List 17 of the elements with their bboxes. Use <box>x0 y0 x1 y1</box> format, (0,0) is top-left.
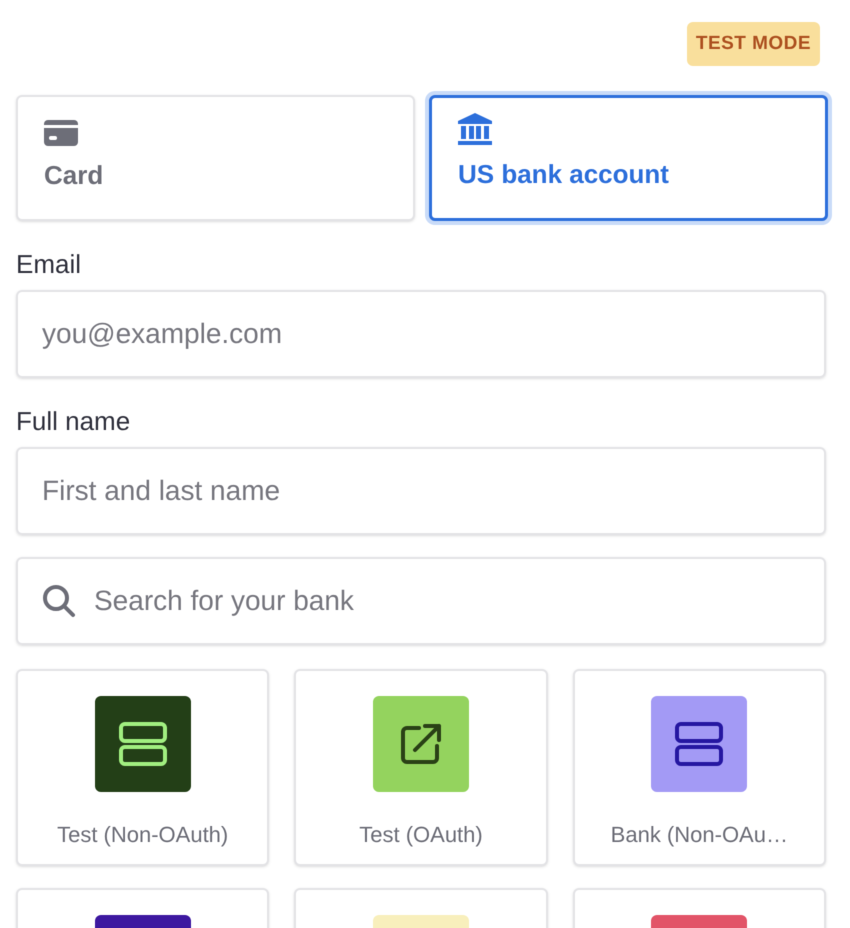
search-input[interactable]: Search for your bank <box>94 580 800 622</box>
bank-tile[interactable]: Test (OAuth) <box>294 669 548 866</box>
payment-method-tab[interactable]: Card <box>16 95 415 221</box>
bank-tile[interactable]: Bank (Non-OAu… <box>572 669 826 866</box>
credit-card-icon <box>44 120 78 146</box>
bank-building-icon <box>458 113 492 145</box>
stacked-bars-icon <box>118 720 167 768</box>
field-label: Email <box>16 248 82 281</box>
bank-search-field[interactable]: Search for your bank <box>16 557 826 645</box>
external-link-icon <box>398 722 443 766</box>
input-field[interactable]: First and last name <box>16 447 826 535</box>
search-icon <box>42 584 76 618</box>
field-label: Full name <box>16 405 132 438</box>
test-mode-badge: TEST MODE <box>686 22 820 66</box>
stacked-bars-icon <box>675 720 724 768</box>
input-field[interactable]: you@example.com <box>16 290 826 378</box>
bank-tile[interactable]: Test (Non-OAuth) <box>16 669 270 866</box>
